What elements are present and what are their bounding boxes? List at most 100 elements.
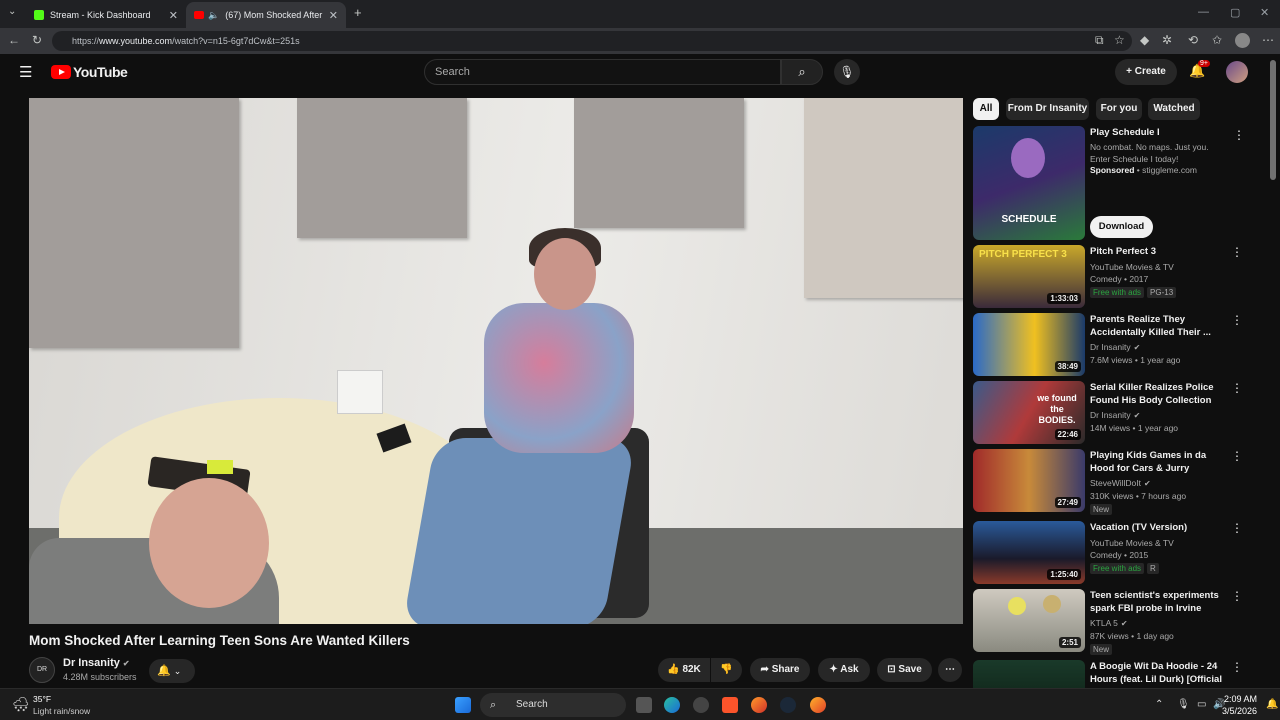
reload-icon[interactable]: ↻ — [32, 33, 42, 47]
channel-avatar[interactable]: DR — [29, 657, 55, 683]
more-vert-icon[interactable]: ⋮ — [1231, 381, 1243, 395]
firefox-dev-icon[interactable] — [810, 697, 826, 713]
video-title[interactable]: Pitch Perfect 3 — [1090, 245, 1225, 258]
share-button[interactable]: ➦ Share — [750, 658, 810, 682]
more-vert-icon[interactable]: ⋮ — [1231, 589, 1243, 603]
more-vert-icon[interactable]: ⋮ — [1233, 128, 1245, 142]
steam-icon[interactable] — [780, 697, 796, 713]
puzzle-icon[interactable]: ✲ — [1162, 33, 1172, 47]
list-item[interactable]: 1:25:40 Vacation (TV Version) YouTube Mo… — [973, 521, 1243, 585]
account-avatar[interactable] — [1226, 61, 1248, 83]
more-vert-icon[interactable]: ⋮ — [1231, 521, 1243, 535]
chip-all[interactable]: All — [973, 98, 999, 120]
clock[interactable]: 2:09 AM 3/5/2026 — [1222, 693, 1257, 717]
list-item[interactable]: PITCH PERFECT 3 1:33:03 Pitch Perfect 3 … — [973, 245, 1243, 309]
channel-name[interactable]: YouTube Movies & TV — [1090, 262, 1174, 272]
download-button[interactable]: Download — [1090, 216, 1153, 238]
favorites-icon[interactable]: ✩ — [1212, 33, 1222, 47]
brave-icon[interactable] — [722, 697, 738, 713]
menu-dots-icon[interactable]: ⋯ — [1262, 33, 1274, 47]
channel-name[interactable]: Dr Insanity ✔ — [63, 657, 130, 669]
more-vert-icon[interactable]: ⋮ — [1231, 313, 1243, 327]
tab-list-icon[interactable]: ⌄ — [8, 6, 16, 17]
close-icon[interactable]: ✕ — [329, 9, 338, 22]
notification-center-icon[interactable]: 🔔 — [1266, 699, 1278, 710]
video-thumbnail[interactable]: 2:51 — [973, 589, 1085, 652]
ask-button[interactable]: ✦ Ask — [818, 658, 870, 682]
video-thumbnail[interactable]: 38:49 — [973, 313, 1085, 376]
list-item[interactable]: 2:51 Teen scientist's experiments spark … — [973, 589, 1243, 655]
channel-name[interactable]: Dr Insanity ✔ — [1090, 342, 1140, 352]
video-title[interactable]: Serial Killer Realizes Police Found His … — [1090, 381, 1225, 407]
ad-title[interactable]: Play Schedule I — [1090, 126, 1225, 139]
channel-name[interactable]: Dr Insanity ✔ — [1090, 410, 1140, 420]
translate-icon[interactable]: ⧉ — [1095, 33, 1104, 48]
more-actions-button[interactable]: ⋯ — [938, 658, 962, 682]
url-field[interactable]: https://www.youtube.com/watch?v=n15-6gt7… — [52, 31, 1132, 51]
tray-chevron-icon[interactable]: ⌃ — [1155, 699, 1163, 710]
list-item[interactable]: we found the BODIES. 22:46 Serial Killer… — [973, 381, 1243, 445]
video-thumbnail[interactable]: 27:49 — [973, 449, 1085, 512]
list-item[interactable]: A Boogie Wit Da Hoodie - 24 Hours (feat.… — [973, 660, 1243, 688]
search-input[interactable]: Search — [424, 59, 781, 85]
network-icon[interactable]: ▭ — [1197, 699, 1206, 710]
video-title[interactable]: Parents Realize They Accidentally Killed… — [1090, 313, 1225, 339]
like-button[interactable]: 👍 82K — [658, 658, 710, 682]
weather-temp[interactable]: 35°F — [33, 694, 51, 704]
windows-start-icon[interactable] — [455, 697, 471, 713]
back-icon[interactable]: ← — [8, 33, 20, 47]
create-button[interactable]: + Create — [1115, 59, 1177, 85]
minimize-icon[interactable]: — — [1198, 6, 1209, 18]
scrollbar-thumb[interactable] — [1270, 60, 1276, 180]
list-item[interactable]: 27:49 Playing Kids Games in da Hood for … — [973, 449, 1243, 515]
sponsored-ad[interactable]: SCHEDULE Play Schedule I No combat. No m… — [973, 126, 1245, 241]
speaker-icon[interactable]: 🔈 — [208, 10, 219, 21]
chip-for-you[interactable]: For you — [1096, 98, 1142, 120]
taskbar-search[interactable]: ⌕ Search — [480, 693, 626, 717]
more-vert-icon[interactable]: ⋮ — [1231, 660, 1243, 674]
new-tab-icon[interactable]: + — [354, 5, 362, 20]
close-icon[interactable]: ✕ — [169, 9, 178, 22]
dislike-button[interactable]: 👎 — [711, 658, 742, 682]
profile-icon[interactable] — [1235, 33, 1250, 48]
list-item[interactable]: 38:49 Parents Realize They Accidentally … — [973, 313, 1243, 377]
more-vert-icon[interactable]: ⋮ — [1231, 449, 1243, 463]
channel-name[interactable]: KTLA 5 ✔ — [1090, 618, 1128, 628]
channel-name[interactable]: YouTube Movies & TV — [1090, 538, 1174, 548]
firefox-icon[interactable] — [751, 697, 767, 713]
star-icon[interactable]: ☆ — [1114, 33, 1125, 47]
video-thumbnail[interactable] — [973, 660, 1085, 688]
video-title[interactable]: Vacation (TV Version) — [1090, 521, 1225, 534]
app-icon[interactable] — [693, 697, 709, 713]
subscription-bell-button[interactable]: 🔔 ⌄ — [149, 659, 195, 683]
video-thumbnail[interactable]: 1:25:40 — [973, 521, 1085, 584]
video-player[interactable] — [29, 98, 963, 624]
chip-from-channel[interactable]: From Dr Insanity — [1006, 98, 1089, 120]
microphone-tray-icon[interactable]: 🎙 — [1177, 699, 1190, 710]
chip-watched[interactable]: Watched — [1148, 98, 1200, 120]
video-title[interactable]: Teen scientist's experiments spark FBI p… — [1090, 589, 1225, 615]
edge-icon[interactable] — [664, 697, 680, 713]
more-vert-icon[interactable]: ⋮ — [1231, 245, 1243, 259]
video-thumbnail[interactable]: we found the BODIES. 22:46 — [973, 381, 1085, 444]
extension-icon[interactable]: ◆ — [1140, 33, 1149, 47]
video-title[interactable]: Playing Kids Games in da Hood for Cars &… — [1090, 449, 1225, 475]
search-button[interactable]: ⌕ — [781, 59, 823, 85]
ad-thumbnail[interactable]: SCHEDULE — [973, 126, 1085, 240]
sync-icon[interactable]: ⟲ — [1188, 33, 1198, 47]
youtube-logo-text[interactable]: YouTube — [73, 64, 128, 80]
tab-kick[interactable]: Stream - Kick Dashboard ✕ — [26, 2, 186, 28]
window-close-icon[interactable]: ✕ — [1260, 6, 1269, 19]
maximize-icon[interactable]: ▢ — [1230, 6, 1240, 19]
video-thumbnail[interactable]: PITCH PERFECT 3 1:33:03 — [973, 245, 1085, 308]
hamburger-menu-icon[interactable]: ☰ — [19, 63, 32, 81]
channel-name[interactable]: SteveWillDoIt ✔ — [1090, 478, 1151, 488]
youtube-logo-icon[interactable] — [51, 65, 71, 79]
tab-youtube[interactable]: 🔈 (67) Mom Shocked After Lear ✕ — [186, 2, 346, 28]
weather-icon[interactable]: 🌨 — [12, 696, 30, 713]
voice-search-button[interactable]: 🎙 — [834, 59, 860, 85]
save-button[interactable]: ⊡ Save — [877, 658, 932, 682]
weather-desc[interactable]: Light rain/snow — [33, 706, 90, 716]
task-view-icon[interactable] — [636, 697, 652, 713]
video-title[interactable]: A Boogie Wit Da Hoodie - 24 Hours (feat.… — [1090, 660, 1225, 688]
